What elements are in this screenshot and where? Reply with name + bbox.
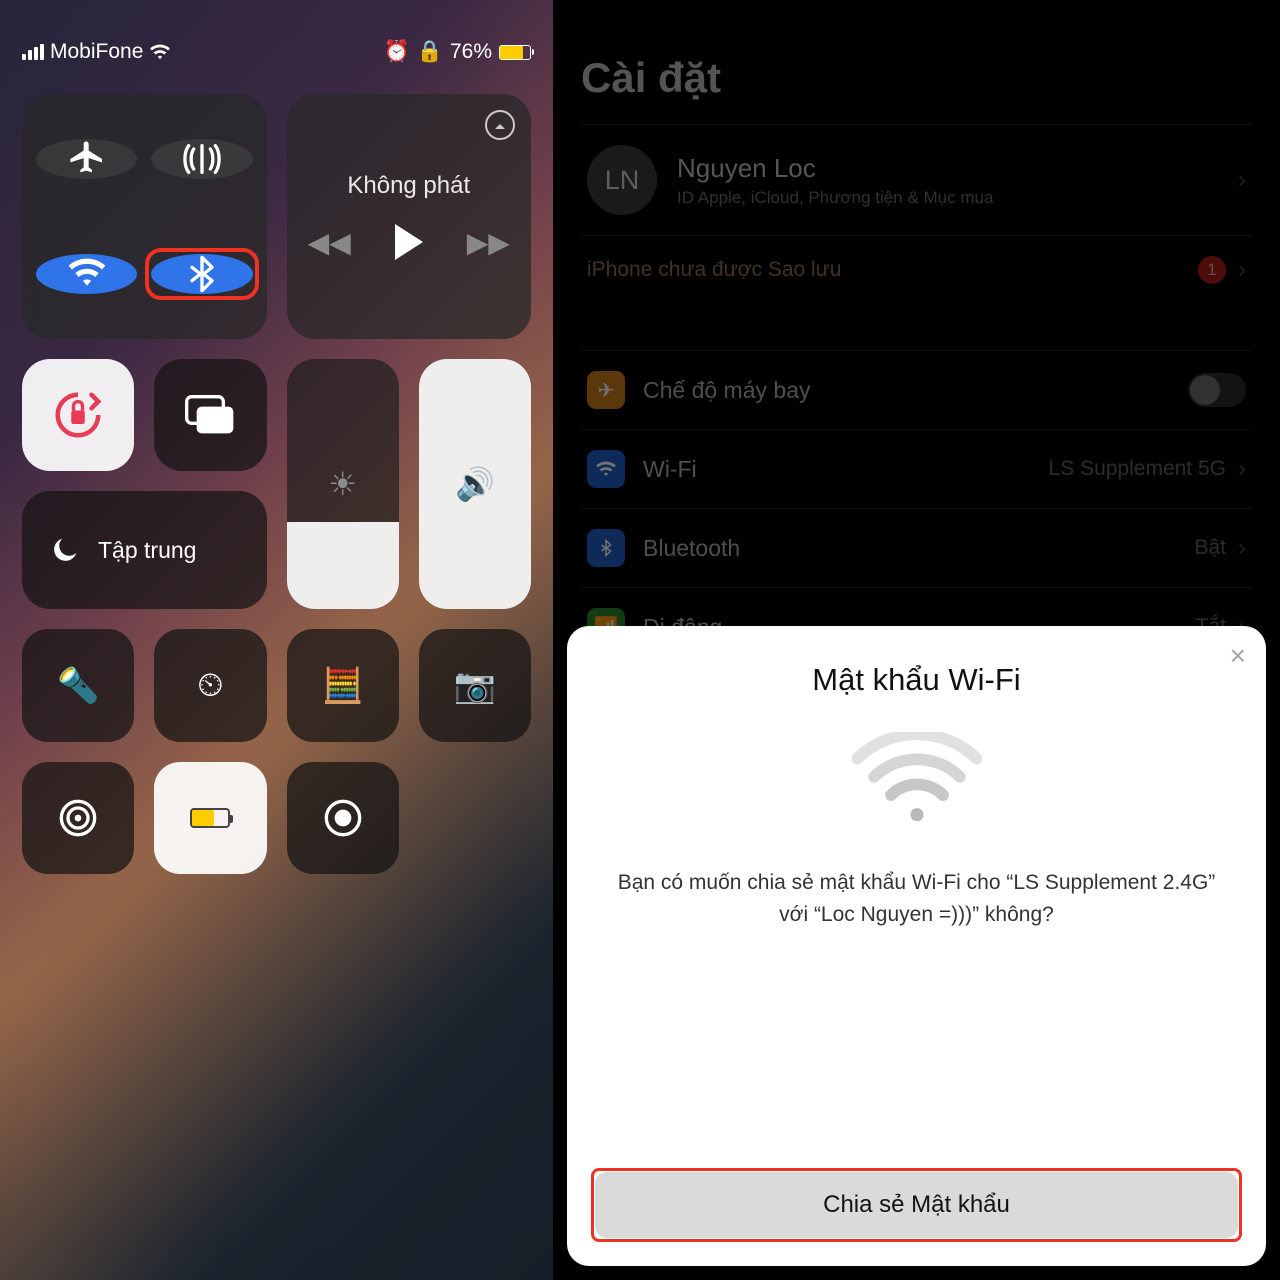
flashlight-icon: 🔦 bbox=[57, 666, 99, 706]
airplane-icon: ✈ bbox=[587, 371, 625, 409]
media-tile[interactable]: Không phát ◀◀ ▶▶ bbox=[287, 94, 532, 339]
backup-warning-cell[interactable]: iPhone chưa được Sao lưu 1 › bbox=[581, 235, 1252, 304]
close-button[interactable]: × bbox=[1230, 640, 1246, 672]
calculator-button[interactable]: 🧮 bbox=[287, 629, 399, 741]
warning-badge: 1 bbox=[1198, 256, 1226, 284]
play-button[interactable] bbox=[395, 224, 423, 260]
wifi-share-sheet: × Mật khẩu Wi-Fi Bạn có muốn chia sẻ mật… bbox=[567, 626, 1266, 1266]
flashlight-button[interactable]: 🔦 bbox=[22, 629, 134, 741]
bluetooth-toggle[interactable] bbox=[151, 254, 252, 294]
chevron-right-icon: › bbox=[1238, 534, 1246, 562]
record-icon bbox=[323, 798, 363, 838]
volume-slider[interactable]: 🔊 bbox=[419, 359, 531, 610]
wifi-cell[interactable]: Wi-Fi LS Supplement 5G › bbox=[581, 429, 1252, 508]
bluetooth-icon bbox=[182, 254, 222, 294]
orientation-lock-button[interactable] bbox=[22, 359, 134, 471]
backup-warning-label: iPhone chưa được Sao lưu bbox=[587, 258, 841, 282]
low-power-icon bbox=[190, 808, 230, 828]
calculator-icon: 🧮 bbox=[321, 666, 363, 706]
wifi-icon bbox=[67, 254, 107, 294]
cellular-bars-icon bbox=[22, 44, 44, 60]
alarm-icon: ⏰ bbox=[384, 40, 410, 64]
orientation-lock-status-icon: 🔒 bbox=[417, 40, 443, 64]
bluetooth-cell[interactable]: Bluetooth Bật › bbox=[581, 508, 1252, 587]
bluetooth-label: Bluetooth bbox=[643, 535, 740, 562]
focus-button[interactable]: Tập trung bbox=[22, 491, 267, 610]
status-bar: MobiFone ⏰ 🔒 76% bbox=[22, 38, 531, 66]
sheet-title: Mật khẩu Wi-Fi bbox=[595, 662, 1238, 698]
airplane-mode-toggle[interactable] bbox=[36, 139, 137, 179]
bluetooth-value: Bật bbox=[1194, 536, 1226, 560]
accessibility-button[interactable] bbox=[22, 762, 134, 874]
camera-icon: 📷 bbox=[454, 666, 496, 706]
apple-id-cell[interactable]: LN Nguyen Loc ID Apple, iCloud, Phương t… bbox=[581, 124, 1252, 235]
wifi-icon bbox=[587, 450, 625, 488]
antenna-icon bbox=[182, 139, 222, 179]
chevron-right-icon: › bbox=[1238, 455, 1246, 483]
battery-icon bbox=[499, 45, 531, 60]
brightness-slider[interactable]: ☀ bbox=[287, 359, 399, 610]
media-title-label: Không phát bbox=[347, 172, 470, 200]
chevron-right-icon: › bbox=[1238, 256, 1246, 284]
airplane-label: Chế độ máy bay bbox=[643, 377, 810, 404]
chevron-right-icon: › bbox=[1238, 166, 1246, 194]
accessibility-icon bbox=[58, 798, 98, 838]
timer-icon: ⏲ bbox=[197, 666, 224, 705]
next-track-button[interactable]: ▶▶ bbox=[467, 226, 510, 259]
control-center-screen: MobiFone ⏰ 🔒 76% bbox=[0, 0, 553, 1280]
brightness-icon: ☀ bbox=[328, 465, 357, 503]
timer-button[interactable]: ⏲ bbox=[154, 629, 266, 741]
page-title: Cài đặt bbox=[581, 54, 1252, 102]
airplane-toggle[interactable] bbox=[1188, 373, 1246, 407]
screen-mirror-button[interactable] bbox=[154, 359, 266, 471]
share-password-button[interactable]: Chia sẻ Mật khẩu bbox=[595, 1172, 1238, 1238]
wifi-label: Wi-Fi bbox=[643, 456, 697, 483]
orientation-lock-icon bbox=[51, 388, 105, 442]
camera-button[interactable]: 📷 bbox=[419, 629, 531, 741]
volume-icon: 🔊 bbox=[455, 465, 495, 503]
battery-pct-label: 76% bbox=[450, 40, 492, 64]
cellular-data-toggle[interactable] bbox=[151, 139, 252, 179]
settings-screen: Cài đặt LN Nguyen Loc ID Apple, iCloud, … bbox=[553, 0, 1280, 1280]
previous-track-button[interactable]: ◀◀ bbox=[308, 226, 351, 259]
screen-record-button[interactable] bbox=[287, 762, 399, 874]
sheet-body: Bạn có muốn chia sẻ mật khẩu Wi-Fi cho “… bbox=[595, 867, 1238, 930]
carrier-label: MobiFone bbox=[50, 40, 143, 64]
screen-mirror-icon bbox=[185, 394, 235, 436]
avatar: LN bbox=[587, 145, 657, 215]
profile-name: Nguyen Loc bbox=[677, 153, 993, 184]
airplane-icon bbox=[67, 139, 107, 179]
moon-icon bbox=[48, 533, 82, 567]
low-power-mode-button[interactable] bbox=[154, 762, 266, 874]
wifi-value: LS Supplement 5G bbox=[1049, 457, 1226, 481]
wifi-toggle[interactable] bbox=[36, 254, 137, 294]
airplay-icon[interactable] bbox=[485, 110, 515, 140]
wifi-status-icon bbox=[149, 43, 171, 61]
connectivity-tile[interactable] bbox=[22, 94, 267, 339]
bluetooth-icon bbox=[587, 529, 625, 567]
focus-label: Tập trung bbox=[98, 537, 196, 564]
airplane-mode-cell[interactable]: ✈ Chế độ máy bay bbox=[581, 350, 1252, 429]
profile-subtitle: ID Apple, iCloud, Phương tiện & Mục mua bbox=[677, 188, 993, 208]
wifi-large-icon bbox=[852, 732, 982, 827]
